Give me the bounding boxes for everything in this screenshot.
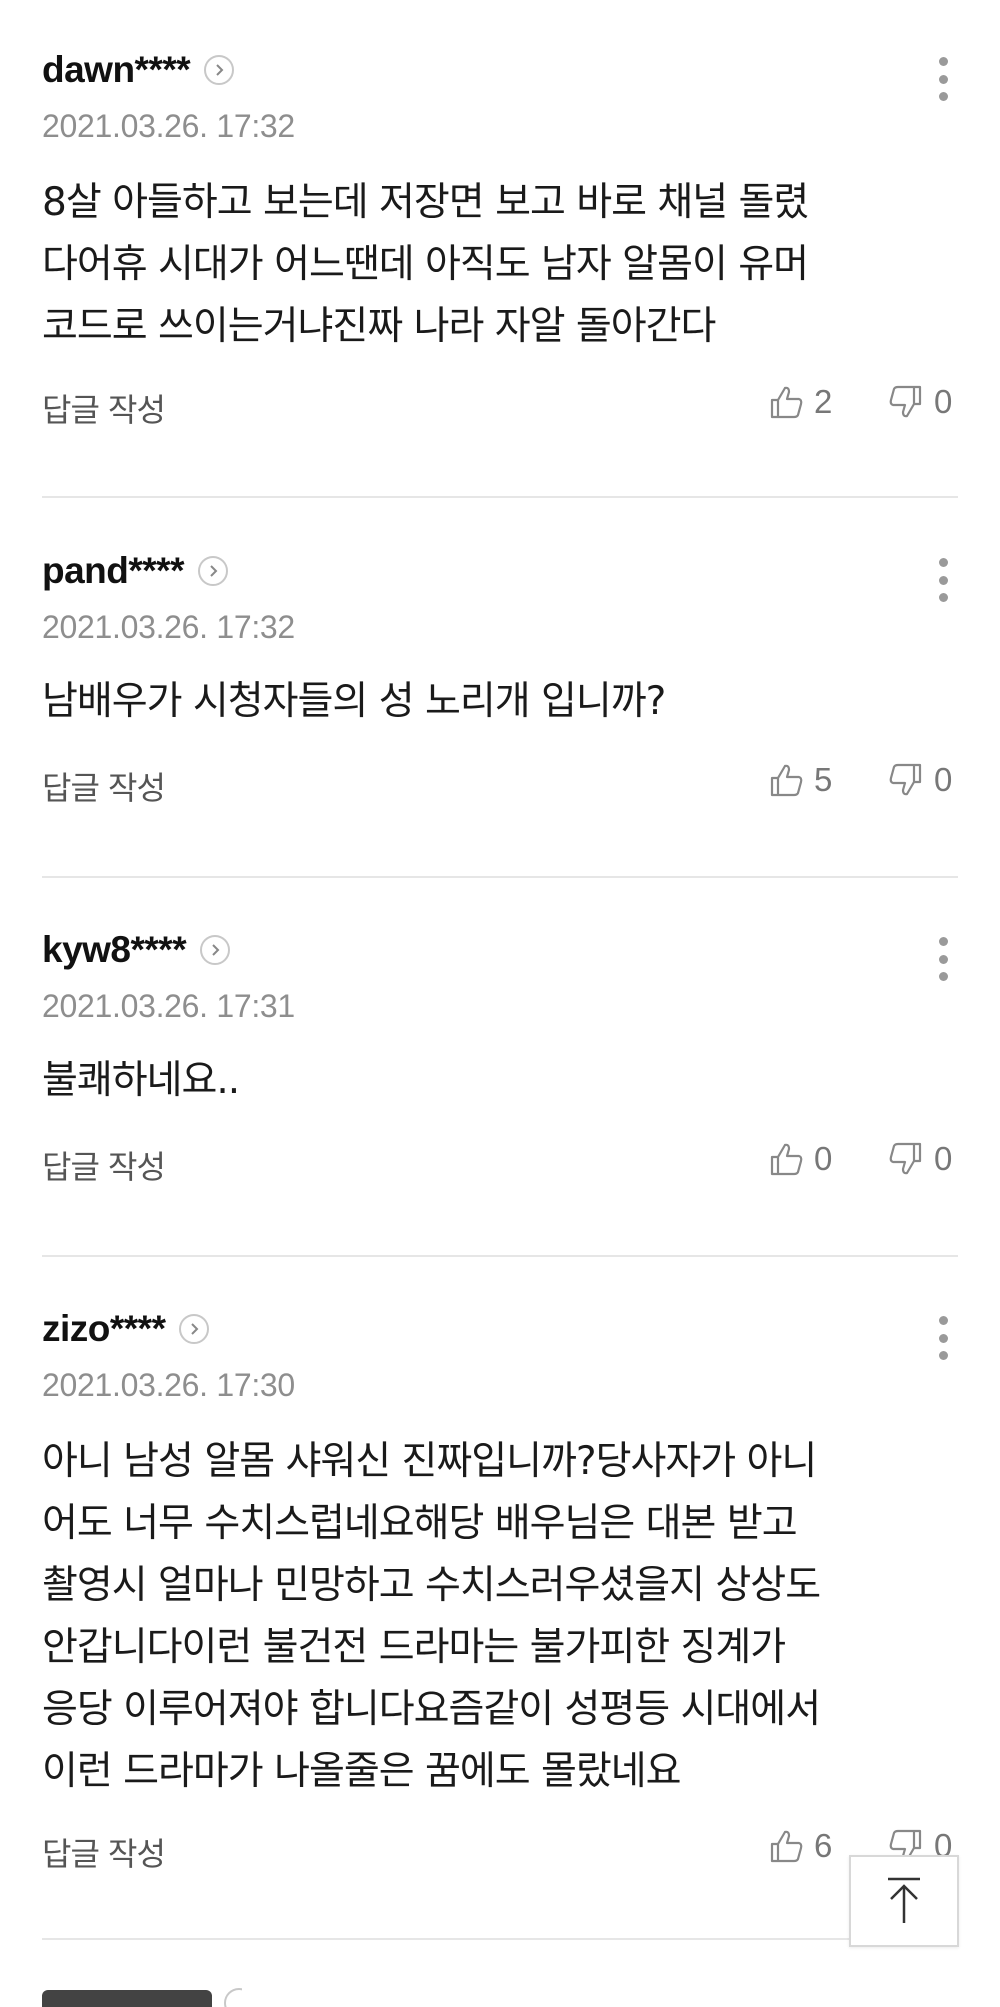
comment-divider: [42, 1255, 958, 1257]
chevron-right-icon: [224, 1988, 242, 2007]
dislike-count: 0: [934, 761, 953, 798]
thumbs-down-icon: [889, 1142, 922, 1175]
reply-button[interactable]: 답글 작성: [42, 1829, 166, 1875]
thumbs-up-icon: [770, 1143, 803, 1176]
like-button[interactable]: 6: [768, 1827, 832, 1865]
comment-divider: [42, 1938, 958, 1940]
comment-author-row: dawn****: [42, 40, 235, 100]
chevron-right-icon[interactable]: [197, 556, 228, 586]
comment-username[interactable]: dawn****: [42, 49, 191, 91]
more-vertical-icon[interactable]: [928, 937, 958, 981]
like-count: 5: [814, 761, 833, 798]
comment-username[interactable]: zizo****: [42, 1308, 166, 1350]
comment-body: 아니 남성 알몸 샤워신 진짜입니까?당사자가 아니 어도 너무 수치스럽네요해…: [42, 1439, 821, 1794]
comment-date: 2021.03.26. 17:31: [42, 988, 295, 1024]
scroll-to-top-button[interactable]: [849, 1855, 959, 1947]
dislike-count: 0: [934, 383, 953, 420]
comment-divider: [42, 876, 958, 878]
comment-username[interactable]: kyw8****: [42, 929, 187, 971]
thumbs-down-icon: [889, 763, 922, 796]
thumbs-down-icon: [889, 385, 922, 418]
like-button[interactable]: 2: [768, 383, 832, 421]
reply-button[interactable]: 답글 작성: [42, 1142, 166, 1188]
like-button[interactable]: 5: [768, 761, 832, 799]
more-vertical-icon[interactable]: [928, 558, 958, 602]
comment-username[interactable]: pand****: [42, 550, 184, 592]
arrow-up-icon: [888, 1877, 920, 1923]
comment-date: 2021.03.26. 17:32: [42, 609, 295, 645]
reply-button[interactable]: 답글 작성: [42, 385, 166, 431]
chevron-right-icon[interactable]: [204, 55, 235, 85]
comment-divider: [42, 496, 958, 498]
dislike-button[interactable]: 0: [888, 383, 952, 421]
like-button[interactable]: 0: [768, 1140, 832, 1178]
comment-author-row: kyw8****: [42, 920, 231, 980]
comment-item: zizo**** 2021.03.26. 17:30 아니 남성 알몸 샤워신 …: [42, 1299, 958, 1873]
more-vertical-icon[interactable]: [928, 1316, 958, 1360]
comment-author-row: pand****: [42, 541, 228, 601]
reply-button[interactable]: 답글 작성: [42, 763, 166, 809]
comment-body: 불쾌하네요..: [42, 1058, 240, 1103]
like-count: 2: [814, 383, 833, 420]
dislike-count: 0: [934, 1140, 953, 1177]
comment-author-row: zizo****: [42, 1299, 210, 1359]
comment-body: 남배우가 시청자들의 성 노리개 입니까?: [42, 679, 666, 724]
dislike-button[interactable]: 0: [888, 761, 952, 799]
comment-date: 2021.03.26. 17:30: [42, 1367, 295, 1403]
thumbs-up-icon: [770, 386, 803, 419]
comment-username: [42, 1990, 212, 2007]
comment-item: kyw8**** 2021.03.26. 17:31 불쾌하네요.. 답글 작성…: [42, 920, 958, 1210]
comment-date: 2021.03.26. 17:32: [42, 108, 295, 144]
comment-item: dawn**** 2021.03.26. 17:32 8살 아들하고 보는데 저…: [42, 40, 958, 440]
next-comment-stub: [42, 1982, 242, 2007]
chevron-right-icon[interactable]: [179, 1314, 210, 1344]
like-count: 0: [814, 1140, 833, 1177]
dislike-button[interactable]: 0: [888, 1140, 952, 1178]
chevron-right-icon[interactable]: [200, 935, 231, 965]
thumbs-up-icon: [770, 1830, 803, 1863]
comment-item: pand**** 2021.03.26. 17:32 남배우가 시청자들의 성 …: [42, 541, 958, 831]
thumbs-up-icon: [770, 764, 803, 797]
like-count: 6: [814, 1827, 833, 1864]
more-vertical-icon[interactable]: [928, 57, 958, 101]
comment-body: 8살 아들하고 보는데 저장면 보고 바로 채널 돌렸 다어휴 시대가 어느땐데…: [42, 180, 809, 349]
